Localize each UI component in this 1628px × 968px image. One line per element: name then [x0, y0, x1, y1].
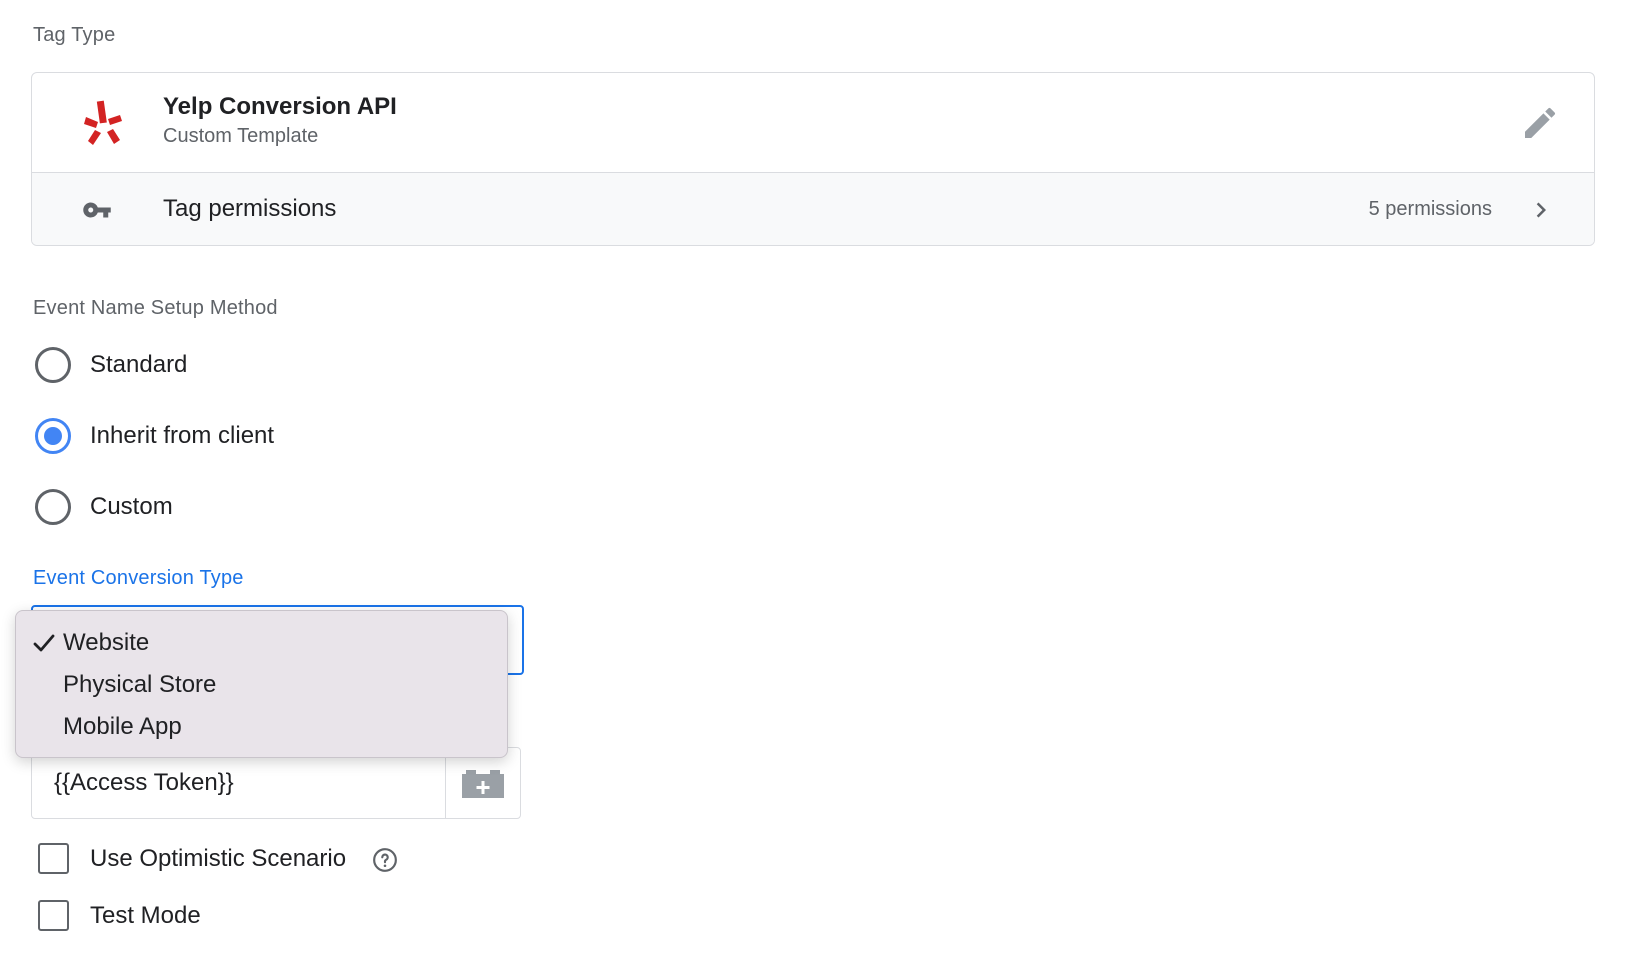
help-icon[interactable]: [372, 847, 398, 873]
key-icon: [83, 202, 111, 218]
permissions-count: 5 permissions: [1368, 198, 1492, 220]
checkbox-label: Use Optimistic Scenario: [90, 845, 347, 872]
event-name-setup-label: Event Name Setup Method: [33, 297, 278, 319]
radio-button[interactable]: [35, 489, 71, 525]
dropdown-option-label: Mobile App: [63, 713, 182, 740]
tag-title: Yelp Conversion API: [163, 93, 397, 120]
variable-picker-button[interactable]: [445, 748, 520, 818]
dropdown-option-website[interactable]: Website: [16, 623, 507, 665]
radio-label: Custom: [90, 493, 173, 520]
checkbox-label: Test Mode: [90, 902, 201, 929]
chevron-right-icon: [1536, 202, 1546, 218]
radio-label: Inherit from client: [90, 422, 275, 449]
checkmark-icon: [33, 634, 55, 652]
tag-permissions-row[interactable]: Tag permissions 5 permissions: [32, 173, 1594, 245]
dropdown-option-physical-store[interactable]: Physical Store: [16, 665, 507, 707]
tag-subtitle: Custom Template: [163, 125, 319, 147]
tag-type-label: Tag Type: [33, 24, 116, 46]
radio-button[interactable]: [35, 347, 71, 383]
checkbox[interactable]: [38, 843, 69, 874]
add-variable-icon: [462, 770, 504, 798]
dropdown-option-label: Physical Store: [63, 671, 217, 698]
dropdown-option-label: Website: [63, 629, 150, 656]
pencil-icon[interactable]: [1520, 103, 1560, 143]
access-token-input[interactable]: [32, 748, 446, 818]
tag-type-card: Yelp Conversion API Custom Template Tag …: [31, 72, 1595, 246]
checkbox[interactable]: [38, 900, 69, 931]
event-conversion-type-label: Event Conversion Type: [33, 567, 244, 589]
dropdown-option-mobile-app[interactable]: Mobile App: [16, 707, 507, 749]
tag-permissions-label: Tag permissions: [163, 195, 337, 222]
tag-type-header: Yelp Conversion API Custom Template: [32, 73, 1594, 173]
conversion-type-dropdown-menu: Website Physical Store Mobile App: [15, 610, 508, 758]
yelp-logo-icon: [84, 100, 122, 145]
radio-button[interactable]: [35, 418, 71, 454]
radio-label: Standard: [90, 351, 188, 378]
